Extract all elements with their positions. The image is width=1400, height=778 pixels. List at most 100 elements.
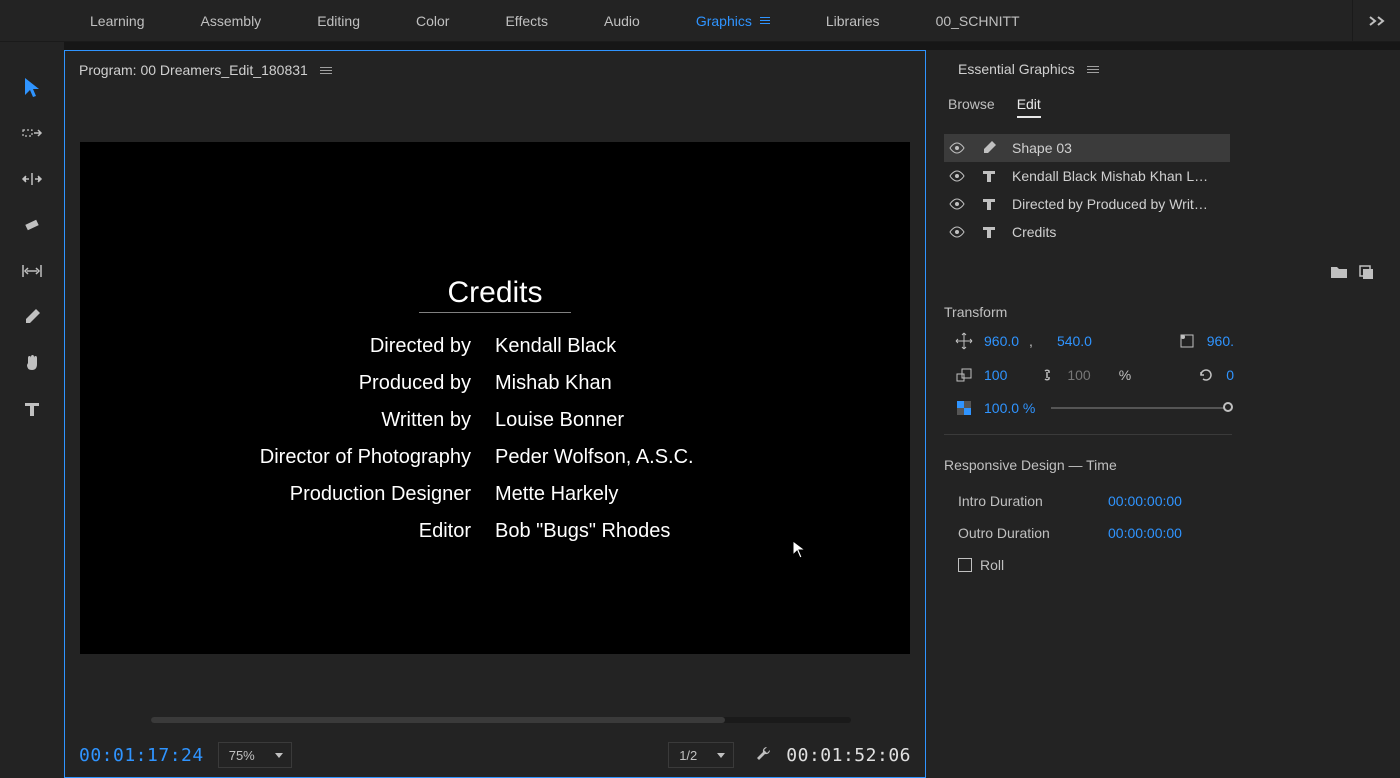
razor-tool[interactable] xyxy=(17,210,47,240)
panel-menu-icon[interactable] xyxy=(320,67,332,74)
eye-icon[interactable] xyxy=(948,198,966,210)
monitor-controlbar: 00:01:17:24 75% 1/2 00:01:52:06 xyxy=(65,733,925,777)
credit-name: Mishab Khan xyxy=(485,372,612,395)
workspace-tab-learning[interactable]: Learning xyxy=(62,0,173,41)
program-panel-header: Program: 00 Dreamers_Edit_180831 xyxy=(65,51,925,89)
credit-row: Directed byKendall Black xyxy=(80,335,910,358)
tab-browse[interactable]: Browse xyxy=(948,96,995,118)
timecode-in[interactable]: 00:01:17:24 xyxy=(79,745,204,766)
slip-tool[interactable] xyxy=(17,256,47,286)
anchor-x[interactable]: 960. xyxy=(1207,333,1234,349)
tools-toolbar xyxy=(0,42,64,778)
opacity-slider[interactable] xyxy=(1051,407,1228,409)
opacity-value[interactable]: 100.0 % xyxy=(984,400,1035,416)
resolution-dropdown[interactable]: 1/2 xyxy=(668,742,734,768)
workspace-tab-effects[interactable]: Effects xyxy=(477,0,576,41)
scrubber-thumb[interactable] xyxy=(151,717,725,723)
intro-duration-row: Intro Duration 00:00:00:00 xyxy=(944,493,1400,509)
responsive-section-title: Responsive Design — Time xyxy=(944,457,1400,473)
workspace-tab-color[interactable]: Color xyxy=(388,0,477,41)
monitor-scrubber[interactable] xyxy=(65,707,925,733)
track-select-tool[interactable] xyxy=(17,118,47,148)
link-icon[interactable] xyxy=(1037,366,1057,384)
program-monitor-panel: Program: 00 Dreamers_Edit_180831 Credits… xyxy=(64,50,926,778)
workspace-tab-schnitt[interactable]: 00_SCHNITT xyxy=(908,0,1048,41)
program-label: Program: 00 Dreamers_Edit_180831 xyxy=(79,62,308,78)
outro-duration-value[interactable]: 00:00:00:00 xyxy=(1108,525,1182,541)
credit-row: EditorBob "Bugs" Rhodes xyxy=(80,520,910,543)
roll-checkbox-row[interactable]: Roll xyxy=(944,557,1400,573)
scale-icon xyxy=(954,367,974,383)
type-tool[interactable] xyxy=(17,394,47,424)
credit-name: Kendall Black xyxy=(485,335,616,358)
transform-grid: 960.0 , 540.0 960. 100 100 xyxy=(944,332,1400,416)
credit-name: Bob "Bugs" Rhodes xyxy=(485,520,670,543)
workspace-tab-assembly[interactable]: Assembly xyxy=(173,0,290,41)
essential-graphics-title: Essential Graphics xyxy=(958,61,1075,77)
ripple-edit-tool[interactable] xyxy=(17,164,47,194)
intro-duration-label: Intro Duration xyxy=(958,493,1108,509)
eye-icon[interactable] xyxy=(948,170,966,182)
chevron-down-icon xyxy=(275,753,283,758)
layer-item[interactable]: Directed by Produced by Writ… xyxy=(944,190,1230,218)
new-group-icon[interactable] xyxy=(1330,264,1348,282)
pen-tool[interactable] xyxy=(17,302,47,332)
workspace-overflow-icon[interactable] xyxy=(1352,0,1400,41)
credit-row: Director of PhotographyPeder Wolfson, A.… xyxy=(80,446,910,469)
shape-icon xyxy=(980,140,998,156)
scale-height: 100 xyxy=(1067,367,1090,383)
eye-icon[interactable] xyxy=(948,142,966,154)
eye-icon[interactable] xyxy=(948,226,966,238)
essential-graphics-panel: Essential Graphics Browse Edit Shape 03 xyxy=(926,50,1400,778)
layer-list: Shape 03 Kendall Black Mishab Khan L… Di… xyxy=(944,134,1400,246)
position-x[interactable]: 960.0 xyxy=(984,333,1019,349)
essential-graphics-tabs: Browse Edit xyxy=(944,96,1400,118)
panel-menu-icon[interactable] xyxy=(1087,66,1099,73)
wrench-icon[interactable] xyxy=(754,744,772,767)
scale-width[interactable]: 100 xyxy=(984,367,1007,383)
hand-tool[interactable] xyxy=(17,348,47,378)
credit-role: Produced by xyxy=(80,372,485,395)
roll-checkbox[interactable] xyxy=(958,558,972,572)
credit-name: Peder Wolfson, A.S.C. xyxy=(485,446,694,469)
layer-item[interactable]: Credits xyxy=(944,218,1230,246)
layer-item[interactable]: Kendall Black Mishab Khan L… xyxy=(944,162,1230,190)
transform-section-title: Transform xyxy=(944,304,1400,320)
timecode-out[interactable]: 00:01:52:06 xyxy=(786,745,911,766)
workspace-tab-libraries[interactable]: Libraries xyxy=(798,0,908,41)
divider xyxy=(944,434,1232,435)
roll-label: Roll xyxy=(980,557,1004,573)
workspace-tab-graphics[interactable]: Graphics xyxy=(668,0,798,41)
program-monitor[interactable]: Credits Directed byKendall Black Produce… xyxy=(80,142,910,654)
rotation-value[interactable]: 0 xyxy=(1226,367,1234,383)
new-layer-icon[interactable] xyxy=(1358,264,1376,282)
tab-edit[interactable]: Edit xyxy=(1017,96,1041,118)
credit-name: Mette Harkely xyxy=(485,483,618,506)
layer-name: Shape 03 xyxy=(1012,140,1072,156)
workspace-tab-editing[interactable]: Editing xyxy=(289,0,388,41)
position-y[interactable]: 540.0 xyxy=(1057,333,1092,349)
credit-role: Written by xyxy=(80,409,485,432)
chevron-down-icon xyxy=(717,753,725,758)
zoom-dropdown[interactable]: 75% xyxy=(218,742,292,768)
workspace-tab-audio[interactable]: Audio xyxy=(576,0,668,41)
layer-item[interactable]: Shape 03 xyxy=(944,134,1230,162)
monitor-wrap: Credits Directed byKendall Black Produce… xyxy=(65,89,925,707)
credit-row: Produced byMishab Khan xyxy=(80,372,910,395)
slider-thumb[interactable] xyxy=(1223,402,1233,412)
credit-role: Directed by xyxy=(80,335,485,358)
credits-title: Credits xyxy=(419,276,570,313)
layer-name: Directed by Produced by Writ… xyxy=(1012,196,1208,212)
workspace-menu-icon[interactable] xyxy=(760,17,770,24)
credit-name: Louise Bonner xyxy=(485,409,624,432)
layer-name: Credits xyxy=(1012,224,1056,240)
credit-role: Editor xyxy=(80,520,485,543)
credit-row: Written byLouise Bonner xyxy=(80,409,910,432)
cursor-icon xyxy=(792,540,806,560)
position-icon xyxy=(954,332,974,350)
rotation-icon xyxy=(1196,367,1216,383)
selection-tool[interactable] xyxy=(17,72,47,102)
workspace-tabs: Learning Assembly Editing Color Effects … xyxy=(0,0,1400,42)
intro-duration-value[interactable]: 00:00:00:00 xyxy=(1108,493,1182,509)
opacity-icon xyxy=(954,401,974,415)
